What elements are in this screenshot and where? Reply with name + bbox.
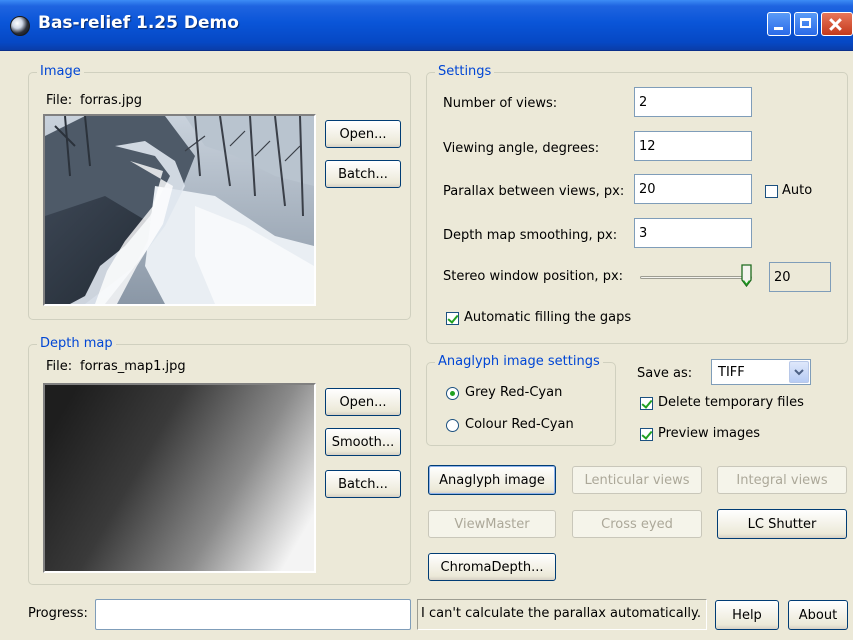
angle-input[interactable]	[634, 131, 752, 161]
depth-gradient-picture	[45, 385, 314, 571]
fill-gaps-label: Automatic filling the gaps	[464, 310, 632, 325]
slider-track	[640, 276, 752, 279]
title-bar[interactable]: Bas-relief 1.25 Demo	[0, 0, 853, 51]
smoothing-input[interactable]	[634, 218, 752, 248]
image-file-label: File:	[46, 93, 73, 108]
save-as-select[interactable]: TIFF	[711, 359, 811, 385]
grey-red-cyan-label: Grey Red-Cyan	[465, 385, 563, 400]
help-button[interactable]: Help	[715, 600, 779, 630]
delete-temp-label: Delete temporary files	[658, 395, 804, 410]
slider-thumb[interactable]	[741, 264, 752, 288]
anaglyph-settings-group: Anaglyph image settings	[426, 354, 616, 446]
parallax-label: Parallax between views, px:	[443, 184, 625, 199]
lenticular-views-button[interactable]: Lenticular views	[572, 466, 702, 494]
dropdown-button[interactable]	[789, 361, 809, 383]
anaglyph-legend: Anaglyph image settings	[435, 354, 603, 369]
image-group-legend: Image	[37, 64, 84, 79]
image-batch-button[interactable]: Batch...	[325, 160, 401, 188]
depth-smooth-button[interactable]: Smooth...	[325, 428, 401, 456]
auto-label: Auto	[782, 183, 813, 198]
lc-shutter-button[interactable]: LC Shutter	[717, 509, 847, 539]
chevron-down-icon	[794, 369, 804, 376]
chromadepth-button[interactable]: ChromaDepth...	[428, 553, 556, 581]
progress-bar	[95, 599, 411, 630]
delete-temp-checkbox[interactable]	[640, 397, 653, 410]
maximize-button[interactable]	[794, 12, 818, 36]
progress-label: Progress:	[28, 606, 88, 621]
views-input[interactable]	[634, 87, 752, 117]
about-button[interactable]: About	[788, 600, 848, 630]
auto-checkbox[interactable]	[765, 185, 778, 198]
stereo-window-value	[769, 262, 831, 292]
save-as-value: TIFF	[718, 365, 745, 380]
main-window: Bas-relief 1.25 Demo Image File: forras.…	[0, 0, 853, 640]
image-open-button[interactable]: Open...	[325, 120, 401, 148]
angle-label: Viewing angle, degrees:	[443, 141, 600, 156]
smoothing-label: Depth map smoothing, px:	[443, 228, 618, 243]
colour-red-cyan-label: Colour Red-Cyan	[465, 417, 574, 432]
depth-file-name: forras_map1.jpg	[80, 359, 186, 374]
colour-red-cyan-radio[interactable]	[446, 419, 459, 432]
preview-images-label: Preview images	[658, 426, 761, 441]
stereo-window-slider[interactable]	[640, 262, 754, 292]
window-title: Bas-relief 1.25 Demo	[38, 13, 239, 33]
depth-file-label: File:	[46, 359, 73, 374]
viewmaster-button[interactable]: ViewMaster	[428, 510, 556, 538]
depth-open-button[interactable]: Open...	[325, 388, 401, 416]
image-preview	[43, 114, 316, 306]
preview-images-checkbox[interactable]	[640, 428, 653, 441]
views-label: Number of views:	[443, 96, 558, 111]
status-panel: I can't calculate the parallax automatic…	[417, 599, 707, 630]
app-icon[interactable]	[10, 16, 30, 36]
settings-legend: Settings	[435, 64, 495, 79]
status-text: I can't calculate the parallax automatic…	[421, 606, 701, 621]
depth-map-preview	[43, 383, 316, 573]
minimize-button[interactable]	[767, 12, 791, 36]
grey-red-cyan-radio[interactable]	[446, 387, 459, 400]
depth-map-legend: Depth map	[37, 336, 116, 351]
waterfall-picture	[45, 116, 314, 304]
save-as-label: Save as:	[637, 366, 693, 381]
close-button[interactable]	[821, 12, 853, 36]
parallax-input[interactable]	[634, 174, 752, 204]
fill-gaps-checkbox[interactable]	[446, 312, 459, 325]
integral-views-button[interactable]: Integral views	[717, 466, 847, 494]
stereo-window-label: Stereo window position, px:	[443, 269, 624, 284]
anaglyph-image-button[interactable]: Anaglyph image	[428, 465, 556, 495]
cross-eyed-button[interactable]: Cross eyed	[572, 510, 702, 538]
image-file-name: forras.jpg	[80, 93, 142, 108]
depth-batch-button[interactable]: Batch...	[325, 470, 401, 498]
